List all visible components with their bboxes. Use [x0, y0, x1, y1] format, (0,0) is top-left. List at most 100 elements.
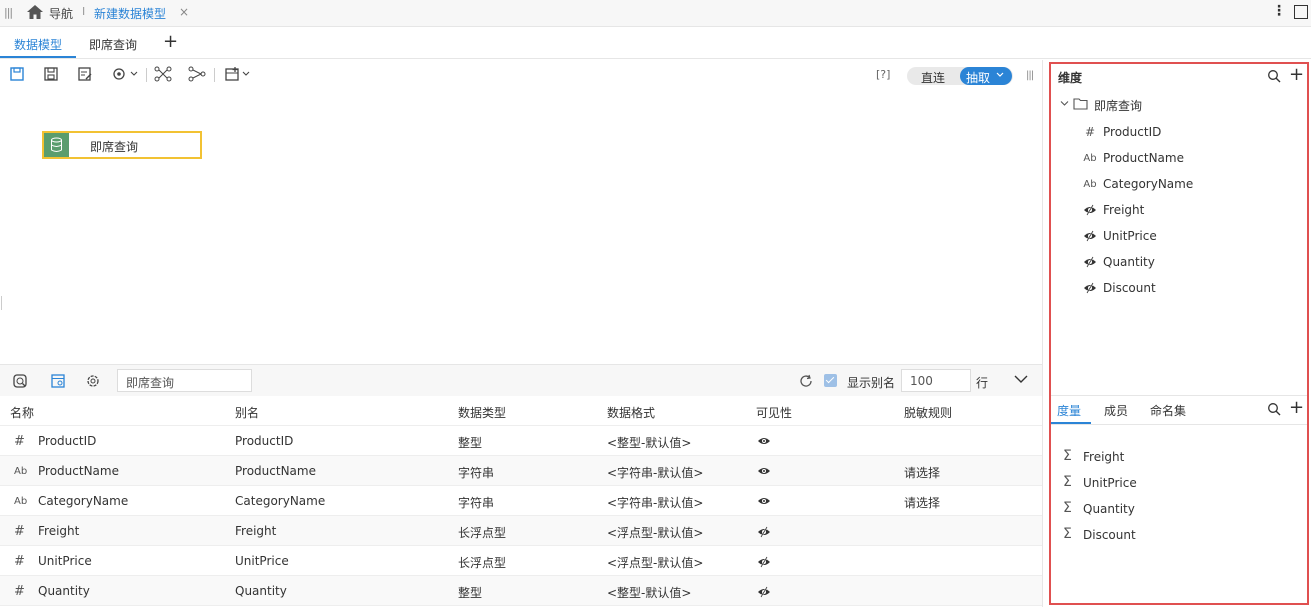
eye-hidden-icon[interactable]: [757, 526, 771, 538]
dimension-item[interactable]: Ab CategoryName: [1083, 174, 1283, 194]
column-header[interactable]: 可见性: [756, 404, 792, 421]
nav-label[interactable]: 导航: [49, 5, 73, 22]
add-table-dropdown-icon[interactable]: [224, 66, 254, 84]
dimension-item[interactable]: # ProductID: [1083, 122, 1283, 142]
measure-item[interactable]: Σ UnitPrice: [1063, 472, 1263, 492]
add-dimension-button[interactable]: +: [1289, 66, 1304, 84]
tab-named-sets[interactable]: 命名集: [1150, 402, 1186, 419]
table-search-input[interactable]: 即席查询: [117, 369, 252, 392]
settings-dropdown-icon[interactable]: [111, 66, 141, 84]
panel-grip-icon[interactable]: |||: [1026, 70, 1034, 81]
dimension-item[interactable]: UnitPrice: [1083, 226, 1283, 246]
column-header[interactable]: 脱敏规则: [904, 404, 952, 421]
canvas-resize-handle[interactable]: [1, 296, 2, 310]
search-icon[interactable]: [1267, 69, 1281, 83]
more-menu-icon[interactable]: ⋮: [1272, 3, 1286, 19]
table-row[interactable]: Ab ProductName ProductName 字符串 <字符串-默认值> 请选择: [0, 456, 1042, 486]
dimension-label: ProductName: [1103, 151, 1184, 165]
table-settings-icon[interactable]: [50, 373, 66, 389]
drag-grip-icon[interactable]: |||: [4, 6, 13, 19]
chevron-down-icon[interactable]: [1060, 99, 1069, 108]
sigma-icon: Σ: [1063, 526, 1072, 542]
tab-bar: 数据模型 即席查询 +: [0, 28, 1311, 59]
edit-sql-icon[interactable]: [77, 66, 95, 84]
dimension-item[interactable]: Discount: [1083, 278, 1283, 298]
column-header[interactable]: 数据类型: [458, 404, 506, 421]
tab-adhoc-query[interactable]: 即席查询: [89, 36, 137, 53]
field-format: <字符串-默认值>: [607, 496, 704, 510]
save-icon[interactable]: [9, 66, 27, 84]
eye-hidden-icon: [1083, 204, 1097, 216]
close-tab-icon[interactable]: ×: [179, 5, 189, 19]
connection-mode-toggle[interactable]: 直连 抽取: [907, 67, 1013, 85]
show-alias-checkbox[interactable]: [824, 374, 837, 387]
table-row[interactable]: # ProductID ProductID 整型 <整型-默认值>: [0, 426, 1042, 456]
table-node[interactable]: 即席查询: [42, 131, 202, 159]
eye-icon[interactable]: [757, 466, 771, 476]
column-header[interactable]: 数据格式: [607, 404, 655, 421]
measure-item[interactable]: Σ Quantity: [1063, 498, 1263, 518]
eye-hidden-icon[interactable]: [757, 586, 771, 598]
open-tab-title[interactable]: 新建数据模型: [94, 5, 166, 22]
tab-members[interactable]: 成员: [1104, 402, 1128, 419]
preview-icon[interactable]: [12, 373, 28, 389]
tab-data-model[interactable]: 数据模型: [14, 36, 62, 53]
hash-icon: #: [14, 524, 25, 539]
tab-measures[interactable]: 度量: [1057, 402, 1081, 419]
divider: [1051, 424, 1307, 425]
add-tab-button[interactable]: +: [163, 31, 178, 52]
measure-item[interactable]: Σ Freight: [1063, 446, 1263, 466]
mode-extract-option[interactable]: 抽取: [960, 67, 1012, 85]
mode-direct-option[interactable]: 直连: [921, 69, 945, 86]
field-type: 字符串: [458, 496, 495, 510]
field-alias[interactable]: ProductName: [235, 464, 316, 478]
table-row[interactable]: # Freight Freight 长浮点型 <浮点型-默认值>: [0, 516, 1042, 546]
eye-hidden-icon[interactable]: [757, 556, 771, 568]
maximize-icon[interactable]: [1294, 5, 1308, 19]
mask-rule-select[interactable]: 请选择: [904, 464, 940, 481]
dimension-measure-panel: 维度 + 即席查询 # ProductID Ab ProductName Ab Categ…: [1049, 62, 1309, 605]
field-format: <整型-默认值>: [607, 586, 692, 600]
add-measure-button[interactable]: +: [1289, 399, 1304, 417]
toolbar-divider: [146, 68, 147, 82]
app-top-bar: ||| 导航 I 新建数据模型 × ⋮: [0, 0, 1311, 27]
relation-icon[interactable]: [154, 66, 172, 84]
search-icon[interactable]: [1267, 402, 1281, 416]
hash-icon: #: [14, 554, 25, 569]
panel-splitter[interactable]: [1042, 60, 1043, 607]
save-as-icon[interactable]: [43, 66, 61, 84]
hash-icon: #: [14, 434, 25, 449]
hash-icon: #: [14, 584, 25, 599]
measure-item[interactable]: Σ Discount: [1063, 524, 1263, 544]
field-format: <整型-默认值>: [607, 436, 692, 450]
eye-icon[interactable]: [757, 496, 771, 506]
field-alias[interactable]: Freight: [235, 524, 276, 538]
collapse-chevron-icon[interactable]: [1013, 374, 1029, 384]
dimension-item[interactable]: Freight: [1083, 200, 1283, 220]
column-header[interactable]: 名称: [10, 404, 34, 421]
field-alias[interactable]: Quantity: [235, 584, 287, 598]
table-row[interactable]: # UnitPrice UnitPrice 长浮点型 <浮点型-默认值>: [0, 546, 1042, 576]
row-limit-input[interactable]: 100: [901, 369, 971, 392]
dimension-item[interactable]: Quantity: [1083, 252, 1283, 272]
field-alias[interactable]: ProductID: [235, 434, 293, 448]
mask-rule-select[interactable]: 请选择: [904, 494, 940, 511]
dimension-item[interactable]: Ab ProductName: [1083, 148, 1283, 168]
home-icon[interactable]: [26, 4, 44, 20]
field-format: <浮点型-默认值>: [607, 526, 704, 540]
dimension-label: Quantity: [1103, 255, 1155, 269]
refresh-icon[interactable]: [798, 373, 814, 389]
table-row[interactable]: Ab CategoryName CategoryName 字符串 <字符串-默认值> 请选…: [0, 486, 1042, 516]
sigma-icon: Σ: [1063, 474, 1072, 490]
column-header[interactable]: 别名: [235, 404, 259, 421]
auto-layout-icon[interactable]: [188, 66, 206, 84]
field-name: CategoryName: [38, 494, 129, 508]
table-row[interactable]: # Quantity Quantity 整型 <整型-默认值>: [0, 576, 1042, 606]
field-alias[interactable]: UnitPrice: [235, 554, 289, 568]
eye-icon[interactable]: [757, 436, 771, 446]
field-alias[interactable]: CategoryName: [235, 494, 325, 508]
hash-icon: #: [1084, 125, 1096, 139]
gear-icon[interactable]: [85, 373, 101, 389]
dimension-title: 维度: [1058, 71, 1083, 85]
help-icon[interactable]: [?]: [876, 68, 890, 81]
